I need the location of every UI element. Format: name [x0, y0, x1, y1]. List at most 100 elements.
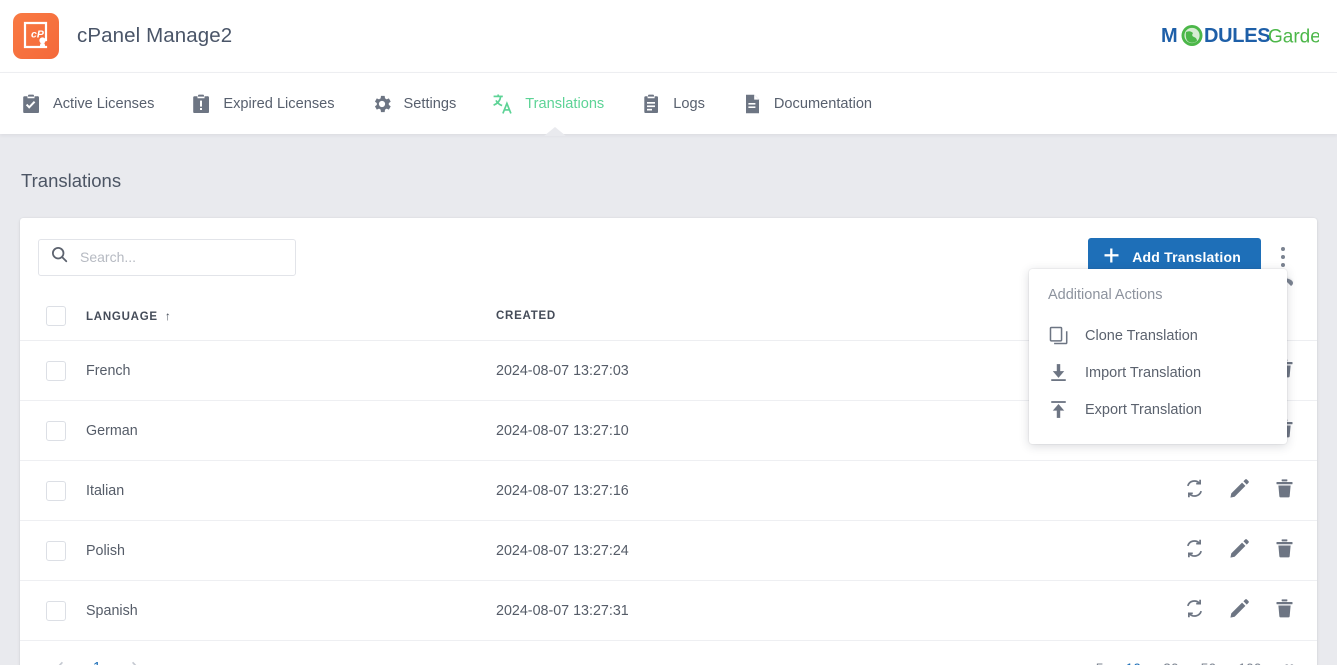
clipboard-check-icon — [20, 93, 42, 115]
dropdown-item-export-translation[interactable]: Export Translation — [1029, 391, 1287, 428]
row-select-cell — [20, 581, 86, 641]
cell-language: Spanish — [86, 581, 496, 641]
pagination-page-sizes: 5 10 20 50 100 ∞ — [1096, 659, 1295, 665]
select-all-cell — [20, 294, 86, 341]
row-actions — [1184, 598, 1295, 619]
cell-created: 2024-08-07 13:27:24 — [496, 521, 1071, 581]
dropdown-item-import-translation[interactable]: Import Translation — [1029, 354, 1287, 391]
sync-icon[interactable] — [1184, 478, 1205, 499]
row-select-checkbox[interactable] — [46, 421, 66, 441]
plus-icon — [1103, 247, 1120, 267]
page-title: Translations — [20, 134, 1317, 218]
trash-icon[interactable] — [1274, 478, 1295, 499]
chevron-left-icon[interactable] — [46, 655, 72, 665]
pencil-icon[interactable] — [1229, 478, 1250, 499]
dropdown-item-label: Clone Translation — [1085, 328, 1198, 344]
clipboard-lines-icon — [640, 93, 662, 115]
nav-item-settings[interactable]: Settings — [365, 73, 477, 135]
page-app-title: cPanel Manage2 — [77, 24, 232, 48]
search-input[interactable] — [80, 249, 283, 265]
active-tab-pointer — [544, 127, 566, 136]
cell-language: Italian — [86, 461, 496, 521]
svg-text:M: M — [1161, 25, 1177, 47]
dropdown-item-label: Import Translation — [1085, 365, 1201, 381]
top-bar: cP cPanel Manage2 M DULES Garden — [0, 0, 1337, 72]
page-content: Translations — [0, 134, 1337, 665]
nav-item-label: Documentation — [774, 96, 872, 112]
row-actions — [1184, 538, 1295, 559]
row-select-cell — [20, 401, 86, 461]
modulesgarden-logo-icon: M DULES Garden — [1161, 21, 1319, 51]
row-select-cell — [20, 341, 86, 401]
cell-created: 2024-08-07 13:27:31 — [496, 581, 1071, 641]
row-select-cell — [20, 521, 86, 581]
svg-text:DULES: DULES — [1204, 25, 1270, 47]
page-size-option[interactable]: 100 — [1238, 660, 1261, 665]
main-navigation: Active Licenses Expired Licenses Setting… — [0, 72, 1337, 134]
pagination: 1 5 10 20 50 100 ∞ — [20, 641, 1317, 665]
translate-icon — [492, 93, 514, 115]
cell-language: Polish — [86, 521, 496, 581]
upload-icon — [1048, 399, 1069, 420]
page-size-option[interactable]: 10 — [1126, 660, 1142, 665]
page-size-option[interactable]: 50 — [1201, 660, 1217, 665]
pagination-page-1[interactable]: 1 — [86, 660, 108, 665]
search-box[interactable] — [38, 239, 296, 276]
nav-item-active-licenses[interactable]: Active Licenses — [14, 73, 174, 135]
trash-icon[interactable] — [1274, 538, 1295, 559]
column-header-language-label: LANGUAGE — [86, 311, 158, 323]
pencil-icon[interactable] — [1229, 538, 1250, 559]
svg-text:Garden: Garden — [1268, 27, 1319, 48]
sync-icon[interactable] — [1184, 598, 1205, 619]
cell-created: 2024-08-07 13:27:03 — [496, 341, 1071, 401]
cell-row-actions — [1071, 521, 1317, 581]
nav-item-documentation[interactable]: Documentation — [735, 73, 892, 135]
cell-language: French — [86, 341, 496, 401]
additional-actions-dropdown: Additional Actions Clone Translation — [1029, 269, 1287, 444]
sort-ascending-icon: ↑ — [165, 309, 172, 323]
cpanel-logo-icon: cP — [13, 13, 59, 59]
select-all-checkbox[interactable] — [46, 306, 66, 326]
add-translation-label: Add Translation — [1132, 249, 1241, 265]
search-icon — [51, 246, 68, 268]
cell-created: 2024-08-07 13:27:16 — [496, 461, 1071, 521]
gear-icon — [371, 93, 393, 115]
nav-item-translations[interactable]: Translations — [486, 73, 624, 135]
row-select-checkbox[interactable] — [46, 481, 66, 501]
table-row[interactable]: Polish2024-08-07 13:27:24 — [20, 521, 1317, 581]
chevron-right-icon[interactable] — [122, 655, 148, 665]
cell-language: German — [86, 401, 496, 461]
brand: cP cPanel Manage2 — [13, 13, 232, 59]
nav-item-label: Logs — [673, 96, 705, 112]
row-select-cell — [20, 461, 86, 521]
copy-icon — [1048, 325, 1069, 346]
page-size-option[interactable]: 5 — [1096, 660, 1104, 665]
row-actions — [1184, 478, 1295, 499]
row-select-checkbox[interactable] — [46, 601, 66, 621]
cell-created: 2024-08-07 13:27:10 — [496, 401, 1071, 461]
sync-icon[interactable] — [1184, 538, 1205, 559]
document-icon — [741, 93, 763, 115]
table-row[interactable]: Spanish2024-08-07 13:27:31 — [20, 581, 1317, 641]
pagination-pages: 1 — [46, 655, 148, 665]
page-size-option[interactable]: 20 — [1163, 660, 1179, 665]
column-header-created-label: CREATED — [496, 310, 556, 322]
table-row[interactable]: Italian2024-08-07 13:27:16 — [20, 461, 1317, 521]
nav-item-label: Translations — [525, 96, 604, 112]
page-size-option[interactable]: ∞ — [1284, 659, 1295, 665]
dropdown-title: Additional Actions — [1029, 283, 1287, 317]
dropdown-item-label: Export Translation — [1085, 402, 1202, 418]
column-header-created[interactable]: CREATED — [496, 294, 1071, 341]
column-header-language[interactable]: LANGUAGE ↑ — [86, 294, 496, 341]
translations-card: Add Translation Additional Actions — [20, 218, 1317, 665]
nav-item-expired-licenses[interactable]: Expired Licenses — [184, 73, 354, 135]
nav-item-logs[interactable]: Logs — [634, 73, 725, 135]
cell-row-actions — [1071, 461, 1317, 521]
trash-icon[interactable] — [1274, 598, 1295, 619]
nav-item-label: Expired Licenses — [223, 96, 334, 112]
pencil-icon[interactable] — [1229, 598, 1250, 619]
row-select-checkbox[interactable] — [46, 541, 66, 561]
dropdown-item-clone-translation[interactable]: Clone Translation — [1029, 317, 1287, 354]
row-select-checkbox[interactable] — [46, 361, 66, 381]
clipboard-alert-icon — [190, 93, 212, 115]
